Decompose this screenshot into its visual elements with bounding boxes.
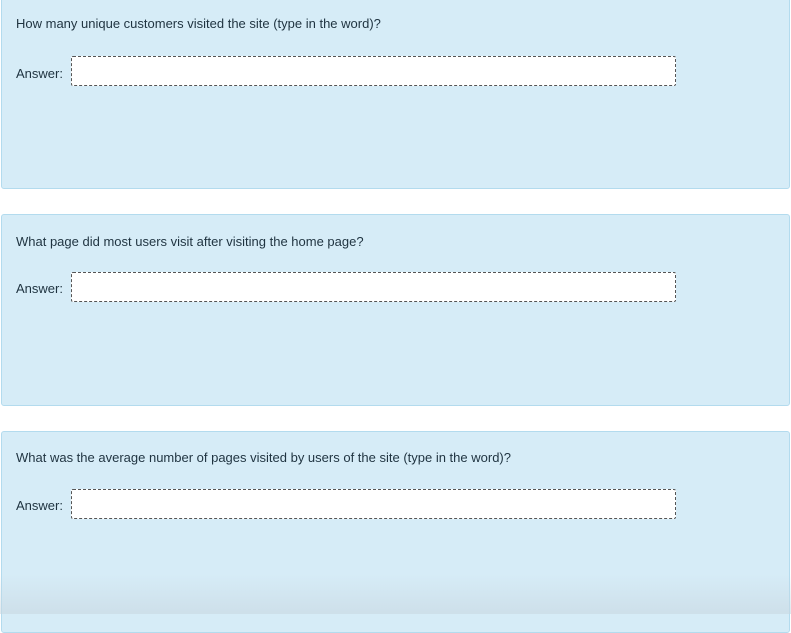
- question-text: How many unique customers visited the si…: [16, 16, 381, 31]
- answer-label: Answer:: [16, 281, 63, 296]
- answer-input[interactable]: [71, 272, 676, 302]
- question-text: What was the average number of pages vis…: [16, 450, 511, 465]
- question-panel-3: What was the average number of pages vis…: [1, 431, 790, 633]
- answer-label: Answer:: [16, 66, 63, 81]
- question-text: What page did most users visit after vis…: [16, 234, 364, 249]
- answer-input[interactable]: [71, 489, 676, 519]
- answer-input[interactable]: [71, 56, 676, 86]
- question-panel-2: What page did most users visit after vis…: [1, 214, 790, 406]
- answer-label: Answer:: [16, 498, 63, 513]
- question-panel-1: How many unique customers visited the si…: [1, 0, 790, 189]
